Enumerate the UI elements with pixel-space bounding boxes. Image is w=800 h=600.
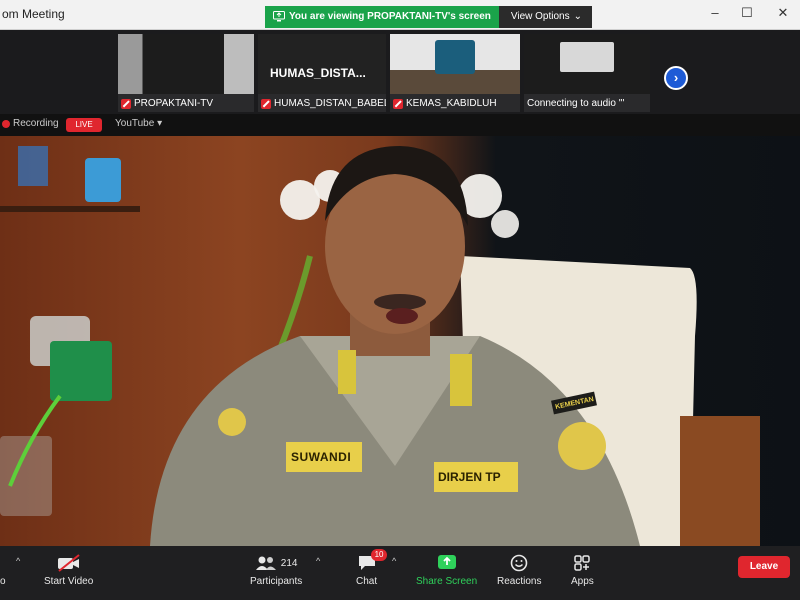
live-badge: LIVE (66, 118, 102, 132)
logo-icon (435, 40, 475, 74)
badge-patch (218, 408, 246, 436)
tile-name: HUMAS_DISTAN_BABEL (261, 98, 386, 109)
tile-video (524, 34, 650, 94)
participant-tile[interactable]: PROPAKTANI-TV (118, 34, 254, 112)
participant-strip: PROPAKTANI-TV HUMAS_DISTA... HUMAS_DISTA… (0, 30, 800, 114)
close-button[interactable]: ✕ (773, 5, 793, 21)
share-monitor-icon (273, 11, 285, 22)
chat-icon: 10 (357, 549, 388, 574)
tile-video (118, 34, 254, 94)
tile-name: Connecting to audio ''' (527, 98, 625, 109)
window-title: om Meeting (2, 7, 65, 21)
desk (680, 416, 760, 546)
desk-item (50, 341, 112, 401)
tile-name: KEMAS_KABIDLUH (393, 98, 497, 109)
participants-options-caret[interactable]: ^ (316, 556, 320, 566)
caret-down-icon: ▾ (157, 118, 163, 129)
title-tag-text: DIRJEN TP (438, 470, 501, 484)
shelf-item (18, 146, 48, 186)
unmute-button[interactable]: o (0, 552, 6, 587)
chat-unread-badge: 10 (370, 549, 388, 561)
mic-muted-icon (261, 98, 271, 109)
audio-options-caret[interactable]: ^ (16, 556, 20, 566)
badge-patch (558, 422, 606, 470)
apps-icon (573, 552, 591, 574)
start-video-button[interactable]: Start Video (44, 552, 93, 587)
participant-tile[interactable]: KEMAS_KABIDLUH (390, 34, 520, 112)
chevron-down-icon: ⌄ (573, 11, 583, 22)
participants-icon: 214 (255, 552, 298, 574)
leave-button[interactable]: Leave (738, 556, 790, 578)
tile-name: PROPAKTANI-TV (121, 98, 213, 109)
reactions-button[interactable]: Reactions (497, 552, 541, 587)
share-banner: You are viewing PROPAKTANI-TV's screen V… (265, 6, 593, 28)
maximize-button[interactable]: ☐ (737, 5, 757, 21)
zoom-window: om Meeting You are viewing PROPAKTANI-TV… (0, 0, 800, 600)
next-page-icon[interactable]: › (664, 66, 688, 90)
participant-tile[interactable]: Connecting to audio ''' (524, 34, 650, 112)
mouth (386, 308, 418, 324)
view-options-button[interactable]: View Options ⌄ (498, 6, 593, 28)
meeting-toolbar: o ^ Start Video 214 Participants ^ 10 Ch… (0, 546, 800, 600)
title-bar: om Meeting You are viewing PROPAKTANI-TV… (0, 0, 800, 30)
recording-bar: Recording LIVE YouTube ▾ (0, 114, 800, 136)
chat-options-caret[interactable]: ^ (392, 556, 396, 566)
mic-muted-icon (393, 98, 403, 109)
epaulette-left (338, 350, 356, 394)
shelf-item (85, 158, 121, 202)
smiley-icon (510, 552, 528, 574)
shelf (0, 206, 140, 212)
share-banner-message: You are viewing PROPAKTANI-TV's screen (265, 6, 499, 28)
participant-tile[interactable]: HUMAS_DISTA... HUMAS_DISTAN_BABEL (258, 34, 386, 112)
shared-screen-video: SUWANDI DIRJEN TP KEMENTAN (0, 136, 800, 546)
tile-name-center: HUMAS_DISTA... (270, 66, 366, 80)
epaulette-right (450, 354, 472, 406)
view-options-label: View Options (510, 11, 570, 22)
tile-screen (560, 42, 614, 72)
tile-video (390, 34, 520, 94)
recording-label: Recording (13, 118, 59, 129)
share-banner-text: You are viewing PROPAKTANI-TV's screen (289, 11, 491, 22)
recording-icon (2, 120, 10, 128)
participants-button[interactable]: 214 Participants (250, 552, 302, 587)
share-screen-icon (437, 552, 457, 574)
minimize-button[interactable]: – (705, 5, 725, 20)
mic-muted-icon (121, 98, 131, 109)
apps-button[interactable]: Apps (571, 552, 594, 587)
share-screen-button[interactable]: Share Screen (416, 552, 477, 587)
flower (491, 210, 519, 238)
video-off-icon (57, 552, 81, 574)
participant-count: 214 (280, 557, 298, 569)
tile-video (258, 34, 386, 94)
mustache (374, 294, 426, 310)
chat-button[interactable]: 10 Chat (356, 549, 388, 587)
youtube-stream-menu[interactable]: YouTube ▾ (115, 118, 162, 129)
name-tag-text: SUWANDI (291, 450, 352, 464)
speaker-video-frame (0, 146, 760, 546)
